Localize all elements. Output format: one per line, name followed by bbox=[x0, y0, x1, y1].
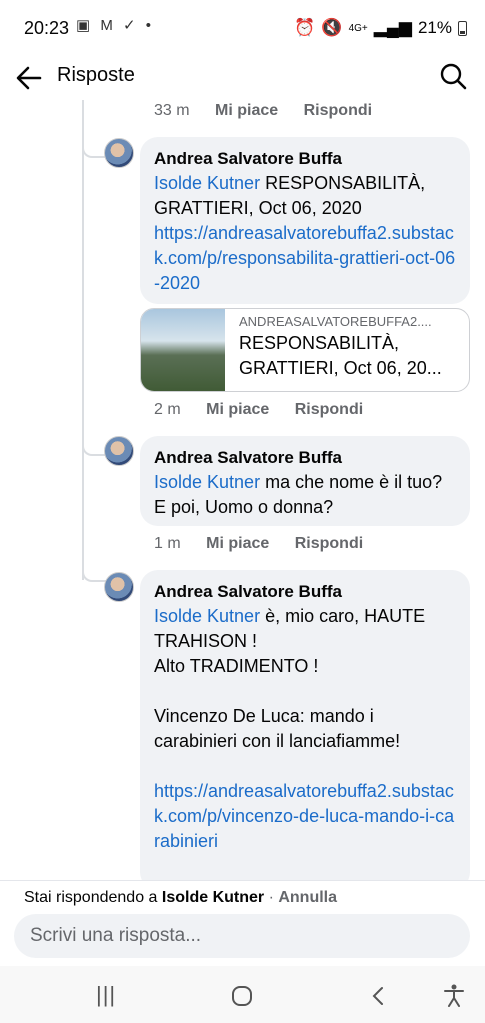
like-button[interactable]: Mi piace bbox=[206, 535, 269, 552]
home-icon[interactable] bbox=[231, 985, 253, 1007]
comment-thread: 33 m Mi piace Rispondi Andrea Salvatore … bbox=[0, 100, 485, 880]
comment-time: 1 m bbox=[154, 535, 181, 552]
comment-actions: 1 m Mi piace Rispondi bbox=[154, 535, 384, 553]
signal-icon: ▂▄▆ bbox=[373, 18, 412, 37]
back-arrow-icon[interactable] bbox=[14, 64, 44, 92]
comment-author[interactable]: Andrea Salvatore Buffa bbox=[154, 445, 456, 470]
reply-button[interactable]: Rispondi bbox=[295, 401, 363, 418]
recents-icon[interactable]: ||| bbox=[96, 982, 116, 1008]
comment-link[interactable]: https://andreasalvatorebuffa2.substack.c… bbox=[154, 779, 456, 854]
reply-button[interactable]: Rispondi bbox=[295, 535, 363, 552]
reply-input[interactable] bbox=[14, 914, 470, 958]
replying-name: Isolde Kutner bbox=[161, 889, 265, 906]
comment-link[interactable]: https://andreasalvatorebuffa2.substack.c… bbox=[154, 221, 456, 296]
reply-button[interactable]: Rispondi bbox=[304, 102, 372, 119]
thread-connector bbox=[82, 566, 106, 582]
cancel-reply-button[interactable]: Annulla bbox=[278, 889, 337, 906]
alarm-icon: ⏰ bbox=[294, 18, 316, 37]
preview-domain: ANDREASALVATOREBUFFA2.... bbox=[239, 314, 432, 329]
comment-actions: 33 m Mi piace Rispondi bbox=[154, 102, 393, 120]
replying-to-banner: Stai rispondendo a Isolde Kutner · Annul… bbox=[24, 889, 337, 907]
battery-icon bbox=[458, 20, 467, 36]
thread-line bbox=[82, 100, 84, 580]
comment-time: 33 m bbox=[154, 102, 190, 119]
comment-bubble[interactable]: Andrea Salvatore Buffa Isolde Kutner è, … bbox=[140, 570, 470, 880]
accessibility-icon[interactable] bbox=[443, 983, 465, 1007]
system-nav-bar: ||| bbox=[0, 966, 485, 1023]
mention-link[interactable]: Isolde Kutner bbox=[154, 173, 260, 193]
comment-bubble[interactable]: Andrea Salvatore Buffa Isolde Kutner RES… bbox=[140, 137, 470, 304]
link-preview-card[interactable]: ANDREASALVATOREBUFFA2.... RESPONSABILITÀ… bbox=[140, 308, 470, 392]
replying-prefix: Stai rispondendo a bbox=[24, 889, 158, 906]
back-nav-icon[interactable] bbox=[370, 985, 386, 1007]
network-label: 4G+ bbox=[348, 22, 368, 34]
app-header: Risposte bbox=[0, 56, 485, 101]
comment-bubble[interactable]: Andrea Salvatore Buffa Isolde Kutner ma … bbox=[140, 436, 470, 526]
thread-connector bbox=[82, 440, 106, 456]
avatar[interactable] bbox=[104, 436, 134, 466]
replying-separator: · bbox=[264, 889, 279, 906]
avatar[interactable] bbox=[104, 138, 134, 168]
preview-title: RESPONSABILITÀ, GRATTIERI, Oct 06, 20... bbox=[239, 333, 442, 378]
status-bar: 20:23 ▣ M ✓ • ⏰ 🔇 4G+ ▂▄▆ 21% bbox=[0, 0, 485, 56]
like-button[interactable]: Mi piace bbox=[215, 102, 278, 119]
comment-time: 2 m bbox=[154, 401, 181, 418]
comment-text: è, mio caro, HAUTE TRAHISON ! Alto TRADI… bbox=[154, 606, 426, 751]
battery-percent: 21% bbox=[417, 18, 452, 37]
like-button[interactable]: Mi piace bbox=[206, 401, 269, 418]
mention-link[interactable]: Isolde Kutner bbox=[154, 472, 260, 492]
page-title: Risposte bbox=[57, 64, 135, 86]
mention-link[interactable]: Isolde Kutner bbox=[154, 606, 260, 626]
search-icon[interactable] bbox=[439, 62, 467, 92]
avatar[interactable] bbox=[104, 572, 134, 602]
comment-author[interactable]: Andrea Salvatore Buffa bbox=[154, 579, 456, 604]
comment-actions: 2 m Mi piace Rispondi bbox=[154, 401, 384, 419]
notification-icons: ▣ M ✓ • bbox=[76, 17, 154, 34]
preview-thumbnail bbox=[141, 309, 225, 391]
mute-icon: 🔇 bbox=[321, 18, 343, 37]
status-time: 20:23 bbox=[24, 18, 70, 38]
comment-author[interactable]: Andrea Salvatore Buffa bbox=[154, 146, 456, 171]
reply-composer: Stai rispondendo a Isolde Kutner · Annul… bbox=[0, 880, 485, 967]
thread-connector bbox=[82, 142, 106, 158]
status-right: ⏰ 🔇 4G+ ▂▄▆ 21% bbox=[294, 18, 467, 38]
